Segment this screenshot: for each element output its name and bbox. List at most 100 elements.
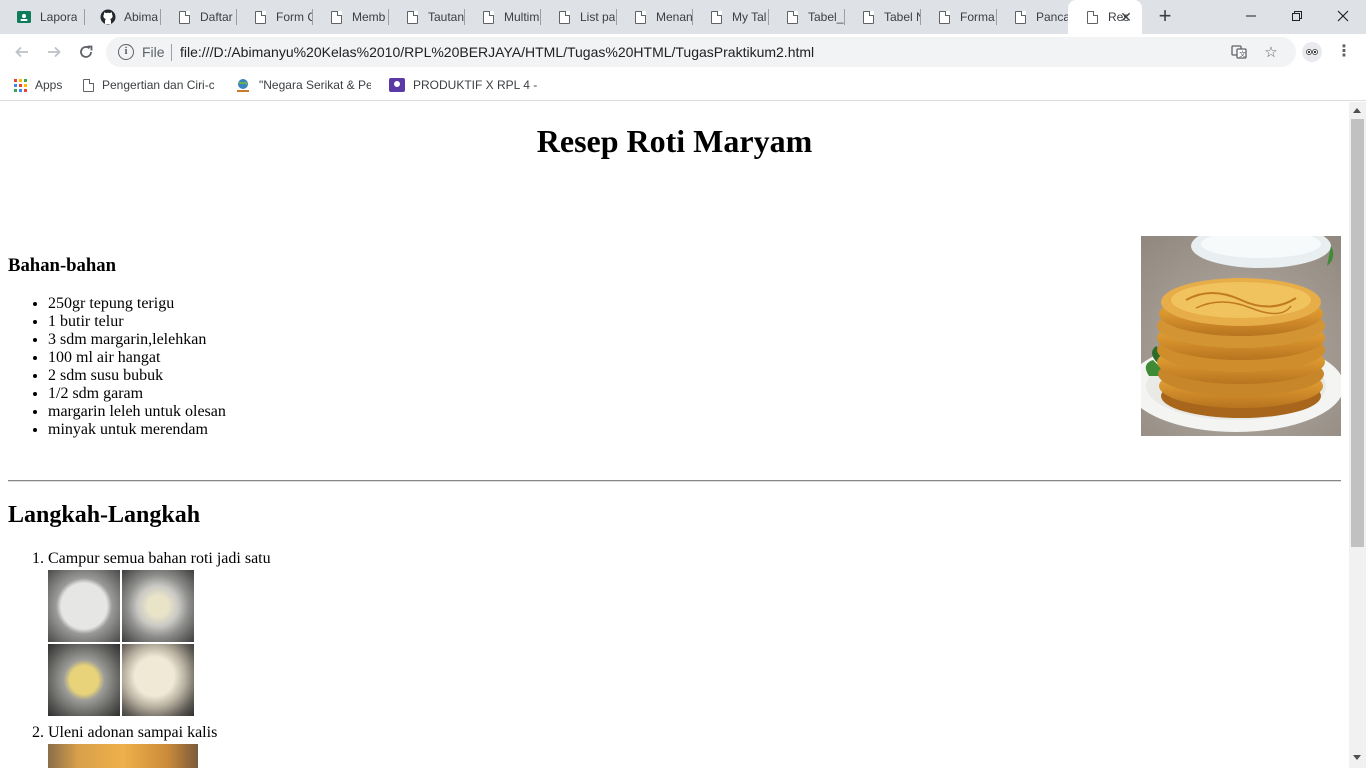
ingredients-list: 250gr tepung terigu 1 butir telur 3 sdm … — [48, 295, 226, 439]
tab-title: Memb — [352, 10, 386, 24]
step-item: Campur semua bahan roti jadi satu — [48, 550, 271, 718]
document-icon — [708, 9, 724, 25]
step-1-image — [48, 570, 196, 718]
list-item: 2 sdm susu bubuk — [48, 367, 226, 385]
reload-icon — [80, 45, 93, 58]
tab-4[interactable]: Memb — [312, 0, 388, 34]
document-icon — [480, 9, 496, 25]
tab-active[interactable]: Res ✕ — [1068, 0, 1142, 34]
tab-9[interactable]: My Tal — [692, 0, 768, 34]
tab-title: Tabel_l — [808, 10, 844, 24]
bookmark-label: Pengertian dan Ciri-c — [102, 78, 214, 92]
tab-3[interactable]: Form C — [236, 0, 312, 34]
bookmark-pengertian[interactable]: Pengertian dan Ciri-c — [83, 76, 214, 94]
tab-7[interactable]: List pa — [540, 0, 616, 34]
close-window-button[interactable] — [1320, 0, 1366, 32]
profile-avatar-icon[interactable] — [1302, 42, 1322, 62]
omnibox-separator — [171, 44, 172, 61]
tab-8[interactable]: Menan — [616, 0, 692, 34]
tab-2[interactable]: Daftar — [160, 0, 236, 34]
divider — [8, 480, 1341, 482]
document-icon — [784, 9, 800, 25]
scroll-down-arrow-icon[interactable] — [1353, 755, 1361, 760]
new-tab-button[interactable]: + — [1152, 5, 1178, 29]
scroll-up-arrow-icon[interactable] — [1353, 108, 1361, 113]
arrow-left-icon — [15, 46, 28, 58]
document-icon — [176, 9, 192, 25]
browser-toolbar: i File file:///D:/Abimanyu%20Kelas%2010/… — [0, 34, 1366, 70]
address-bar[interactable]: i File file:///D:/Abimanyu%20Kelas%2010/… — [106, 37, 1296, 67]
bookmarks-bar: Apps Pengertian dan Ciri-c "Negara Serik… — [0, 70, 1366, 101]
step-text: Campur semua bahan roti jadi satu — [48, 550, 271, 567]
svg-text:文: 文 — [1239, 50, 1246, 59]
document-icon — [252, 9, 268, 25]
minimize-icon — [1246, 15, 1256, 17]
tab-title: Daftar — [200, 10, 233, 24]
page-scrollbar[interactable] — [1349, 102, 1366, 768]
scheme-label: File — [142, 44, 165, 60]
classroom-icon — [16, 9, 32, 25]
tab-title: List pa — [580, 10, 616, 24]
steps-list: Campur semua bahan roti jadi satu Uleni … — [48, 550, 271, 768]
tab-0[interactable]: Lapora — [0, 0, 84, 34]
tab-title: Multim — [504, 10, 540, 24]
ingredients-heading: Bahan-bahan — [8, 255, 117, 276]
translate-icon[interactable]: 文 — [1230, 43, 1248, 61]
document-icon — [1012, 9, 1028, 25]
list-item: 250gr tepung terigu — [48, 295, 226, 313]
tab-6[interactable]: Multim — [464, 0, 540, 34]
tab-5[interactable]: Tautan — [388, 0, 464, 34]
github-icon — [100, 9, 116, 25]
list-item: 3 sdm margarin,lelehkan — [48, 331, 226, 349]
restore-icon — [1292, 11, 1302, 21]
restore-button[interactable] — [1274, 0, 1320, 32]
classroom-icon — [389, 78, 405, 92]
scroll-thumb[interactable] — [1351, 119, 1364, 547]
tab-title: Tautan — [428, 10, 464, 24]
tab-title: Lapora — [40, 10, 78, 24]
step-2-image — [48, 744, 198, 768]
document-icon — [328, 9, 344, 25]
tab-13[interactable]: Pancas — [996, 0, 1068, 34]
forward-button[interactable] — [40, 38, 68, 66]
bookmark-apps[interactable]: Apps — [14, 76, 62, 94]
step-text: Uleni adonan sampai kalis — [48, 724, 218, 741]
page-viewport: Resep Roti Maryam Bahan-bahan • 250gr te… — [0, 102, 1349, 768]
tab-title: Pancas — [1036, 10, 1068, 24]
document-icon — [404, 9, 420, 25]
tab-strip: Lapora Abima Daftar Form C Memb Tautan M… — [0, 0, 1366, 34]
bookmark-negara[interactable]: "Negara Serikat & Pe — [235, 76, 371, 94]
globe-icon — [235, 77, 251, 93]
steps-heading: Langkah-Langkah — [8, 502, 201, 528]
bookmark-star-icon[interactable]: ☆ — [1262, 43, 1280, 61]
tab-title: Menan — [656, 10, 692, 24]
roti-maryam-image — [1141, 236, 1341, 436]
url-text[interactable]: file:///D:/Abimanyu%20Kelas%2010/RPL%20B… — [180, 44, 814, 60]
info-icon[interactable]: i — [118, 44, 134, 60]
list-item: 1 butir telur — [48, 313, 226, 331]
list-item: margarin leleh untuk olesan — [48, 403, 226, 421]
tab-1[interactable]: Abima — [84, 0, 160, 34]
bookmark-label: PRODUKTIF X RPL 4 - — [413, 78, 538, 92]
tab-11[interactable]: Tabel N — [844, 0, 920, 34]
tab-title: My Tal — [732, 10, 767, 24]
tab-12[interactable]: Forma — [920, 0, 996, 34]
tab-10[interactable]: Tabel_l — [768, 0, 844, 34]
minimize-button[interactable] — [1228, 0, 1274, 32]
close-tab-icon[interactable]: ✕ — [1118, 9, 1134, 25]
arrow-right-icon — [48, 46, 61, 58]
tab-title: Forma — [960, 10, 995, 24]
bookmark-produktif[interactable]: PRODUKTIF X RPL 4 - — [389, 76, 537, 94]
bookmark-label: Apps — [35, 78, 63, 92]
tab-title: Form C — [276, 10, 312, 24]
document-icon — [860, 9, 876, 25]
more-menu-icon[interactable]: ⋮ — [1336, 42, 1352, 62]
reload-button[interactable] — [72, 38, 100, 66]
back-button[interactable] — [8, 38, 36, 66]
list-item: 1/2 sdm garam — [48, 385, 226, 403]
apps-grid-icon — [14, 78, 27, 92]
document-icon — [83, 78, 94, 92]
page-title: Resep Roti Maryam — [536, 123, 813, 159]
list-item: minyak untuk merendam — [48, 421, 226, 439]
document-icon — [556, 9, 572, 25]
